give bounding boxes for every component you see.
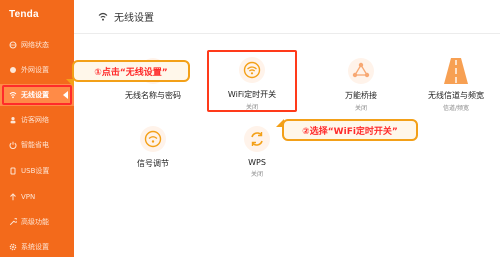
tile-wifi-schedule[interactable]: WiFi定时开关 关闭 <box>207 50 297 112</box>
globe-icon <box>9 41 17 49</box>
tile-status: 信道/频宽 <box>442 105 470 112</box>
wps-icon <box>244 126 270 152</box>
sidebar-item-wan-settings[interactable]: 外网设置 <box>0 59 74 81</box>
sidebar-item-label: VPN <box>21 193 36 201</box>
sidebar-item-label: USB设置 <box>21 167 50 175</box>
sidebar-item-label: 智能省电 <box>21 141 49 149</box>
sidebar: Tenda 网络状态 外网设置 无线设置 访客网络 智能省电 USB设置 VPN… <box>0 0 74 257</box>
tile-label: WiFi定时开关 <box>227 90 277 99</box>
settings-icon <box>9 243 17 251</box>
guest-icon <box>9 116 17 124</box>
wifi-timer-icon <box>239 57 265 83</box>
highlight-box-wireless <box>2 85 72 105</box>
sidebar-item-label: 外网设置 <box>21 66 49 74</box>
sidebar-item-label: 网络状态 <box>21 41 49 49</box>
bridge-icon <box>348 58 374 84</box>
callout-pointer-icon <box>276 119 284 127</box>
sidebar-item-network-status[interactable]: 网络状态 <box>0 34 74 56</box>
sidebar-item-system-settings[interactable]: 系统设置 <box>0 236 74 257</box>
signal-icon <box>140 126 166 152</box>
tile-status: 关闭 <box>354 105 367 112</box>
sidebar-item-label: 高级功能 <box>21 218 49 226</box>
tile-status: 关闭 <box>245 104 258 111</box>
wifi-icon <box>98 12 108 21</box>
callout-text: ①点击“无线设置” <box>94 67 168 78</box>
sidebar-item-power-saving[interactable]: 智能省电 <box>0 134 74 156</box>
callout-step2: ②选择“WiFi定时开关” <box>276 119 418 141</box>
tile-label: 信号调节 <box>137 159 169 168</box>
tile-universal-bridge[interactable]: 万能桥接 关闭 <box>306 58 416 112</box>
callout-step1: ①点击“无线设置” <box>66 60 190 87</box>
page-title: 无线设置 <box>114 13 154 24</box>
road-icon <box>443 58 469 84</box>
tile-channel-bandwidth[interactable]: 无线信道与频宽 信道/频宽 <box>408 58 500 112</box>
sidebar-item-usb-settings[interactable]: USB设置 <box>0 160 74 182</box>
tile-signal-adjust[interactable]: 信号调节 <box>98 126 208 169</box>
network-icon <box>9 66 17 74</box>
tile-label: 无线名称与密码 <box>125 91 181 100</box>
usb-icon <box>9 167 17 175</box>
tile-status: 关闭 <box>250 171 263 178</box>
callout-pointer-icon <box>66 79 74 87</box>
sidebar-item-vpn[interactable]: VPN <box>0 186 74 208</box>
sidebar-item-guest-network[interactable]: 访客网络 <box>0 109 74 131</box>
callout-text: ②选择“WiFi定时开关” <box>302 126 398 137</box>
sidebar-item-label: 系统设置 <box>21 243 49 251</box>
page-header: 无线设置 <box>74 0 500 34</box>
tile-label: 万能桥接 <box>345 91 377 100</box>
tools-icon <box>9 218 17 226</box>
power-icon <box>9 141 17 149</box>
sidebar-item-label: 访客网络 <box>21 116 49 124</box>
tile-label: 无线信道与频宽 <box>428 91 484 100</box>
tile-label: WPS <box>248 158 266 167</box>
vpn-icon <box>9 193 17 201</box>
sidebar-item-advanced[interactable]: 高级功能 <box>0 211 74 233</box>
tenda-logo: Tenda <box>9 9 39 20</box>
